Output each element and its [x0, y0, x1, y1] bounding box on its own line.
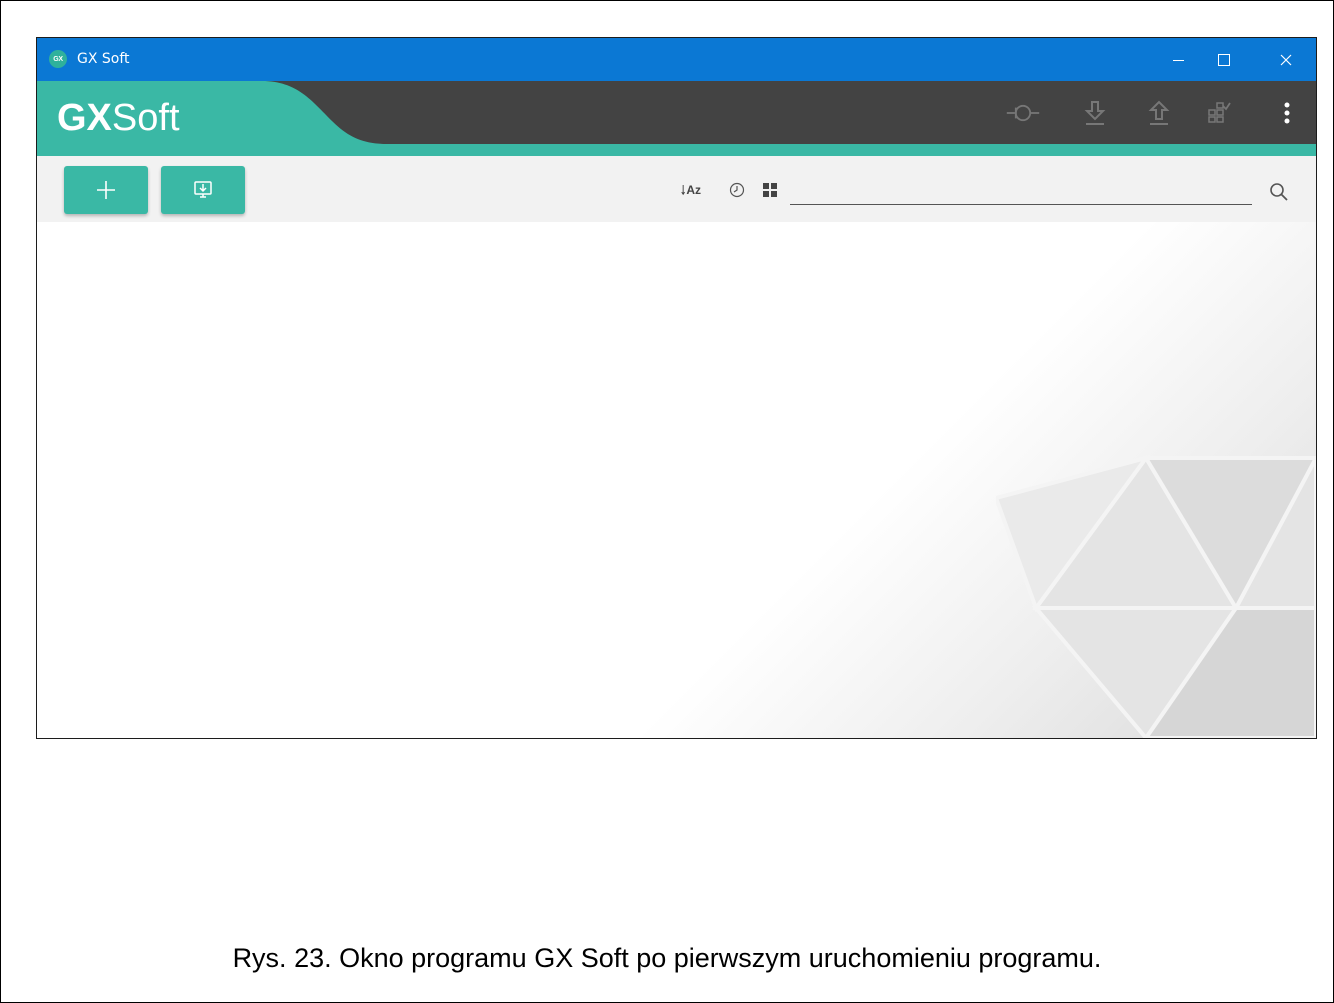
connect-button[interactable] [1005, 95, 1041, 131]
toolbar: Az [37, 156, 1316, 222]
close-button[interactable] [1263, 38, 1309, 81]
minimize-icon [1172, 60, 1184, 61]
connect-icon [1006, 104, 1040, 122]
download-button[interactable] [1077, 95, 1113, 131]
search-icon [1270, 183, 1288, 201]
sort-label: Az [686, 183, 701, 197]
logo-regular: Soft [111, 97, 180, 139]
app-icon-label: GX [53, 55, 63, 63]
upload-icon [1148, 100, 1170, 125]
app-header: GXSoft [37, 81, 1316, 156]
app-logo-icon: GX [49, 50, 67, 68]
window-title: GX Soft [77, 51, 130, 67]
sort-button[interactable]: Az [681, 180, 701, 200]
add-panel-button[interactable] [64, 166, 148, 214]
minimize-button[interactable] [1155, 38, 1201, 81]
title-bar: GX GX Soft [37, 38, 1316, 81]
figure-frame: GX GX Soft GXSoft Az [0, 0, 1334, 1003]
grid-view-icon [763, 183, 777, 197]
import-icon [194, 181, 212, 198]
sort-arrow-icon [681, 184, 685, 196]
more-vert-icon [1284, 102, 1290, 124]
upload-button[interactable] [1141, 95, 1177, 131]
maximize-icon [1218, 53, 1230, 66]
search-input[interactable] [790, 182, 1252, 205]
search-button[interactable] [1267, 180, 1291, 204]
background-decoration [996, 454, 1316, 738]
plus-icon [97, 181, 115, 199]
grid-check-icon [1208, 102, 1231, 123]
app-logo: GXSoft [57, 98, 180, 138]
grid-view-button[interactable] [760, 180, 780, 200]
app-window: GX GX Soft GXSoft Az [36, 37, 1317, 739]
configuration-button[interactable] [1201, 95, 1237, 131]
download-icon [1084, 101, 1106, 125]
figure-caption: Rys. 23. Okno programu GX Soft po pierws… [232, 943, 1102, 973]
maximize-button[interactable] [1201, 38, 1247, 81]
more-menu-button[interactable] [1269, 95, 1305, 131]
import-button[interactable] [161, 166, 245, 214]
logo-bold: GX [57, 97, 112, 139]
clock-icon [729, 182, 745, 198]
close-icon [1280, 54, 1292, 65]
recent-sort-button[interactable] [727, 180, 747, 200]
panel-list-area [37, 222, 1316, 738]
